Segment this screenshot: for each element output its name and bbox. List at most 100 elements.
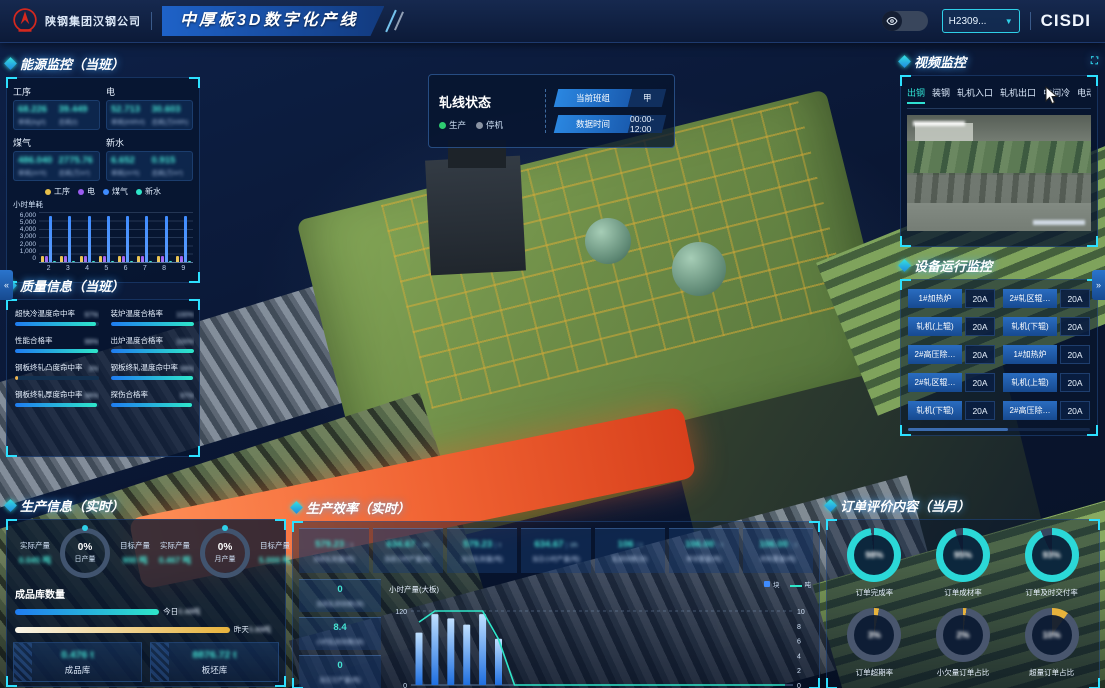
legend-dot — [78, 189, 84, 195]
video-panel-body: 出钢装钢轧机入口轧机出口中间冷电动辊 — [900, 75, 1098, 247]
donut-value: 95% — [954, 550, 972, 560]
energy-chart-ylabel: 小时单耗 — [13, 199, 193, 210]
progress-fill — [15, 322, 96, 326]
efficiency-side-value: 0 — [337, 660, 342, 671]
efficiency-panel: 生产效率（实时） 579.23t当班轧制量(吨)634.67t/h当班小时产量(… — [292, 498, 820, 686]
device-value: 20A — [1060, 401, 1090, 420]
stock-bar-label: 昨天5.89吨 — [234, 624, 271, 635]
progress-track — [15, 403, 99, 407]
axis-tick: 9 — [181, 265, 185, 272]
quality-label: 探伤合格率 — [111, 389, 149, 400]
donut-center: 98% — [854, 535, 894, 575]
progress-fill — [15, 403, 97, 407]
legend-item: 新水 — [136, 186, 161, 197]
order-kpi: 95%订单成材率 — [936, 528, 990, 598]
energy-unit: 单耗(kg/t) — [18, 116, 55, 126]
device-monitor-panel: 设备运行监控 1#加热炉20A2#轧区辊…20A轧机(上辊)20A轧机(下辊)2… — [900, 256, 1098, 422]
efficiency-value: 634.67t/h — [534, 539, 577, 550]
stock-card-label: 板坯库 — [202, 664, 228, 676]
device-scrollbar-thumb[interactable] — [908, 428, 1008, 431]
actual-label: 实际产量 — [155, 540, 195, 551]
quality-item: 探伤合格率97% — [111, 389, 195, 407]
video-panel: 视频监控 ⛶ 出钢装钢轧机入口轧机出口中间冷电动辊 — [900, 52, 1098, 240]
header-divider — [1030, 12, 1031, 30]
svg-text:2: 2 — [797, 668, 801, 675]
donut-value: 3% — [868, 630, 881, 640]
device-panel-body: 1#加热炉20A2#轧区辊…20A轧机(上辊)20A轧机(下辊)20A2#高压除… — [900, 279, 1098, 436]
expand-icon[interactable]: ⛶ — [1091, 56, 1098, 67]
corner-bracket — [292, 521, 303, 532]
quality-panel: 质量信息（当班） 超快冷温度命中率97%装炉温度合格率100%性能合格率99%出… — [6, 276, 200, 442]
legend-swatch — [764, 581, 770, 587]
actual-value: 0.467 吨 — [155, 554, 195, 566]
donut-chart: 10% — [1025, 608, 1079, 662]
rail-status-title: 轧线状态 — [439, 92, 535, 111]
video-tab-轧机入口[interactable]: 轧机入口 — [957, 86, 993, 104]
orders-panel-title: 订单评价内容（当月） — [840, 496, 970, 515]
stock-card-value: 8876.72 t — [192, 649, 236, 661]
video-tab-出钢[interactable]: 出钢 — [907, 86, 925, 104]
energy-group-name: 新水 — [106, 136, 193, 149]
rail-legend-item: 生产 — [439, 119, 466, 131]
stock-card-label: 成品库 — [65, 664, 91, 676]
video-tab-装钢[interactable]: 装钢 — [932, 86, 950, 104]
device-label: 轧机(上辊) — [908, 317, 962, 336]
progress-track — [111, 403, 195, 407]
svg-text:10: 10 — [797, 609, 805, 616]
svg-text:0: 0 — [403, 683, 407, 688]
energy-group: 电52.71330.603单耗(kWh/t)总耗(万kWh) — [106, 84, 193, 130]
diamond-icon — [824, 499, 837, 512]
legend-dot — [136, 189, 142, 195]
bar — [88, 216, 91, 262]
efficiency-card: 634.67t/h当班小时产量(吨) — [373, 528, 443, 573]
device-item: 2#高压除…20A — [1003, 401, 1090, 420]
stock-card-板坯库[interactable]: 8876.72 t 板坯库 — [150, 642, 279, 682]
corner-bracket — [900, 279, 911, 290]
energy-panel: 能源监控（当班） 工序68.22639.449单耗(kg/t)总耗(t)电52.… — [6, 54, 200, 270]
device-item: 轧机(下辊)20A — [908, 401, 995, 420]
video-watermark — [1033, 220, 1085, 225]
device-value: 20A — [965, 289, 995, 308]
axis-tick: 4 — [85, 265, 89, 272]
ring-label: 月产量 — [215, 554, 236, 564]
visibility-toggle[interactable] — [882, 11, 928, 31]
video-tab-电动辊[interactable]: 电动辊 — [1077, 86, 1091, 104]
donut-center: 93% — [1032, 535, 1072, 575]
video-tab-轧机出口[interactable]: 轧机出口 — [1000, 86, 1036, 104]
collapse-left-tab[interactable]: « — [0, 270, 13, 300]
svg-text:120: 120 — [395, 609, 407, 616]
corner-bracket — [6, 77, 17, 88]
collapse-right-tab[interactable]: » — [1092, 270, 1105, 300]
axis-tick: 7 — [143, 265, 147, 272]
quality-label-row: 探伤合格率97% — [111, 389, 195, 400]
video-feed[interactable] — [907, 115, 1091, 231]
efficiency-side-value: 0 — [337, 584, 342, 595]
chevron-down-icon: ▼ — [1005, 17, 1013, 26]
stock-card-成品库[interactable]: 0.476 t成品库 — [13, 642, 142, 682]
bar — [149, 261, 152, 262]
quality-panel-title: 质量信息（当班） — [20, 276, 124, 295]
view-dropdown[interactable]: H2309... ▼ — [942, 9, 1020, 33]
rail-badge-value: 甲 — [628, 89, 666, 107]
energy-group: 工序68.22639.449单耗(kg/t)总耗(t) — [13, 84, 100, 130]
production-panel-title: 生产信息（实时） — [20, 496, 124, 515]
quality-percent: 98% — [85, 393, 99, 400]
quality-label-row: 钢板终轧厚度命中率98% — [15, 389, 99, 400]
device-item: 2#高压除…20A — [908, 345, 995, 364]
bar — [68, 216, 71, 262]
ring-gauge: 0%月产量 — [200, 528, 250, 578]
bar-group — [137, 212, 152, 262]
energy-unit: 总耗(万m³) — [152, 167, 189, 177]
efficiency-card: 106.00t坯料重量(吨) — [743, 528, 813, 573]
diamond-icon — [4, 57, 17, 70]
ring-label: 日产量 — [75, 554, 96, 564]
device-value: 20A — [1060, 289, 1090, 308]
efficiency-side-card: 0当日欠产量(吨) — [299, 655, 381, 688]
bar — [184, 216, 187, 262]
energy-value: 68.226 — [18, 104, 55, 115]
legend-swatch — [790, 585, 802, 587]
diamond-icon — [898, 55, 911, 68]
stock-bar-fill — [15, 609, 159, 615]
efficiency-card: 634.67t/h当日小时产量(吨) — [521, 528, 591, 573]
energy-value: 486.040 — [18, 155, 55, 166]
